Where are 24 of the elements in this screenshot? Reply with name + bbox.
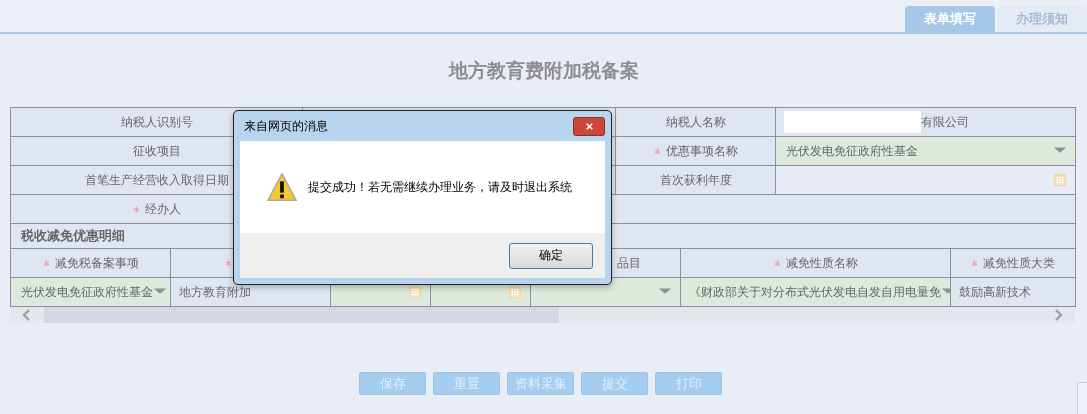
tab[interactable]: 办理须知 — [997, 6, 1087, 32]
tab[interactable]: 表单填写 — [905, 6, 995, 32]
field-label: 首笔生产经营收入取得日期 — [84, 171, 229, 189]
field-label: 征收项目 — [132, 142, 181, 160]
field-value: 鼓励高新技术 — [959, 283, 1031, 301]
page-title: 地方教育费附加税备案 — [448, 57, 639, 83]
field-label: 纳税人识别号 — [120, 113, 193, 131]
column-label: 品目 — [617, 254, 641, 272]
field-label: 经办人 — [144, 200, 181, 218]
dialog-title: 来自网页的消息 — [244, 117, 328, 135]
column-label: 减免性质名称 — [785, 254, 858, 272]
dialog-message: 提交成功！若无需继续办理业务，请及时退出系统 — [308, 178, 572, 196]
field-label: 首次获利年度 — [659, 171, 732, 189]
field-value: 地方教育附加 — [179, 283, 251, 301]
select-field[interactable]: 光伏发电免征政府性基金 — [11, 278, 171, 307]
ok-button[interactable]: 确定 — [509, 242, 593, 269]
select-field[interactable]: 《财政部关于对分布式光伏发电自发自用电量免 — [681, 278, 951, 307]
select-field[interactable]: 光伏发电免征政府性基金 — [776, 137, 1076, 166]
field-label: 优惠事项名称 — [665, 142, 738, 160]
column-label: 减免性质大类 — [983, 254, 1055, 272]
column-label: 减免税备案事项 — [54, 254, 139, 272]
field-value: 有限公司 — [921, 113, 969, 131]
section-title: 税收减免优惠明细 — [21, 227, 125, 245]
field-label: 纳税人名称 — [665, 113, 726, 131]
